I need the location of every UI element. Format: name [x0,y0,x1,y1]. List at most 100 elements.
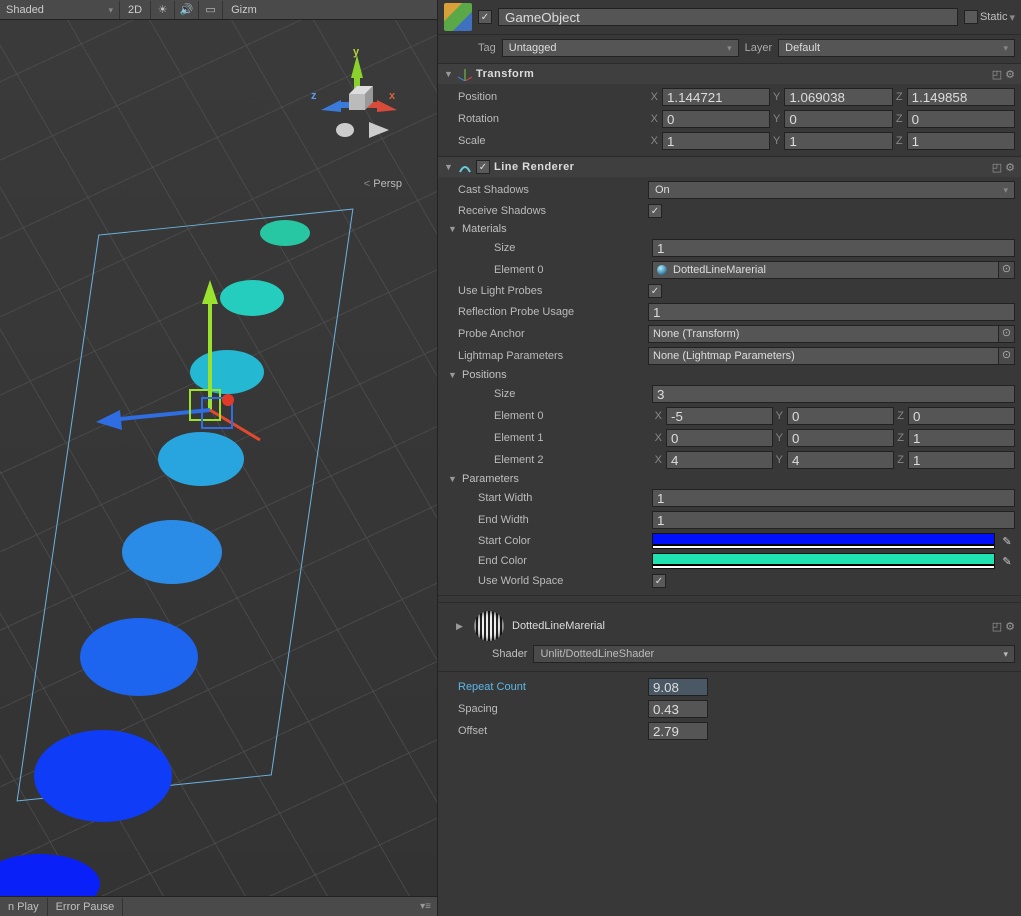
eyedropper-icon[interactable]: ✎ [999,535,1015,548]
settings-icon[interactable]: ⚙ [1005,68,1015,81]
pos1-x-input[interactable] [666,429,773,447]
gizmos-dropdown[interactable]: Gizm [223,1,265,19]
scale-label: Scale [458,135,648,147]
transform-header[interactable]: ▼ Transform ◰⚙ [438,64,1021,84]
light-icon[interactable]: ☀ [151,1,175,19]
transform-icon [458,67,472,81]
fx-icon[interactable]: ▭ [199,1,223,19]
positions-size-input[interactable] [652,385,1015,403]
perspective-label[interactable]: Persp [364,178,402,190]
help-icon[interactable]: ◰ [992,620,1002,633]
play-tab[interactable]: n Play [0,898,48,916]
fold-icon: ▼ [444,69,454,79]
position-y-input[interactable] [784,88,892,106]
pos2-x-input[interactable] [666,451,773,469]
position-row: Position X Y Z [438,86,1021,108]
help-icon[interactable]: ◰ [992,68,1002,81]
layer-label: Layer [745,42,773,54]
line-dot [80,618,198,696]
gameobject-icon[interactable] [444,3,472,31]
materials-el0-label: Element 0 [494,264,652,276]
static-toggle[interactable]: Static [964,10,1015,24]
pos0-y-input[interactable] [787,407,894,425]
position-label: Position [458,91,648,103]
rotation-x-input[interactable] [662,110,770,128]
use-world-space-checkbox[interactable] [652,574,666,588]
shading-dropdown[interactable]: Shaded [0,1,120,19]
transform-component: ▼ Transform ◰⚙ Position X Y Z Rotation X… [438,64,1021,157]
pos1-z-input[interactable] [908,429,1015,447]
line-dot [260,220,310,246]
use-world-space-label: Use World Space [478,575,652,587]
scene-view[interactable]: y x z Persp [0,20,437,896]
scale-z-input[interactable] [907,132,1015,150]
positions-foldout[interactable]: ▼Positions [438,367,1021,383]
settings-icon[interactable]: ⚙ [1005,620,1015,633]
repeat-count-input[interactable] [648,678,708,696]
object-picker-icon[interactable]: ⊙ [999,261,1015,279]
gameobject-enabled-checkbox[interactable] [478,10,492,24]
line-renderer-component: ▼ Line Renderer ◰⚙ Cast Shadows On Recei… [438,157,1021,596]
scale-y-input[interactable] [784,132,892,150]
spacing-input[interactable] [648,700,708,718]
static-dropdown-icon[interactable] [1009,11,1015,24]
rotation-z-input[interactable] [907,110,1015,128]
line-renderer-enabled-checkbox[interactable] [476,160,490,174]
pos1-y-input[interactable] [787,429,894,447]
use-light-probes-checkbox[interactable] [648,284,662,298]
lightmap-params-field[interactable]: None (Lightmap Parameters) [648,347,999,365]
object-picker-icon[interactable]: ⊙ [999,325,1015,343]
audio-icon[interactable]: 🔊 [175,1,199,19]
offset-input[interactable] [648,722,708,740]
move-gizmo[interactable] [90,270,290,470]
static-checkbox[interactable] [964,10,978,24]
receive-shadows-checkbox[interactable] [648,204,662,218]
eyedropper-icon[interactable]: ✎ [999,555,1015,568]
start-width-input[interactable] [652,489,1015,507]
reflection-probe-input[interactable] [648,303,1015,321]
position-x-input[interactable] [662,88,770,106]
reflection-probe-label: Reflection Probe Usage [458,306,648,318]
scale-x-input[interactable] [662,132,770,150]
material-header[interactable]: ▶ DottedLineMarerial ◰⚙ [438,609,1021,643]
rotation-y-input[interactable] [784,110,892,128]
probe-anchor-field[interactable]: None (Transform) [648,325,999,343]
cast-shadows-dropdown[interactable]: On [648,181,1015,199]
static-label: Static [980,11,1008,23]
error-pause-tab[interactable]: Error Pause [48,898,124,916]
2d-toggle[interactable]: 2D [120,1,151,19]
pos0-label: Element 0 [494,410,652,422]
receive-shadows-label: Receive Shadows [458,205,648,217]
pos2-z-input[interactable] [908,451,1015,469]
position-z-input[interactable] [907,88,1015,106]
shader-row: Shader Unlit/DottedLineShader [438,643,1021,667]
pos0-x-input[interactable] [666,407,773,425]
end-width-input[interactable] [652,511,1015,529]
settings-icon[interactable]: ⚙ [1005,161,1015,174]
orientation-gizmo[interactable]: y x z [307,50,407,150]
start-color-field[interactable] [652,533,995,549]
material-element0-field[interactable]: DottedLineMarerial [652,261,999,279]
object-picker-icon[interactable]: ⊙ [999,347,1015,365]
fold-icon: ▼ [444,162,454,172]
pos2-y-input[interactable] [787,451,894,469]
tag-dropdown[interactable]: Untagged [502,39,739,57]
collapse-icon[interactable]: ▾≡ [420,901,431,912]
materials-size-label: Size [494,242,652,254]
end-color-field[interactable] [652,553,995,569]
shader-dropdown[interactable]: Unlit/DottedLineShader [533,645,1015,663]
layer-dropdown[interactable]: Default [778,39,1015,57]
parameters-foldout[interactable]: ▼Parameters [438,471,1021,487]
start-width-label: Start Width [478,492,652,504]
rotation-label: Rotation [458,113,648,125]
pos0-z-input[interactable] [908,407,1015,425]
gameobject-name-input[interactable] [498,8,958,26]
inspector-panel: Static Tag Untagged Layer Default ▼ Tran… [437,0,1021,916]
materials-foldout[interactable]: ▼Materials [438,221,1021,237]
line-dot [122,520,222,584]
materials-size-input[interactable] [652,239,1015,257]
cast-shadows-label: Cast Shadows [458,184,648,196]
line-renderer-header[interactable]: ▼ Line Renderer ◰⚙ [438,157,1021,177]
help-icon[interactable]: ◰ [992,161,1002,174]
transform-title: Transform [476,68,988,80]
